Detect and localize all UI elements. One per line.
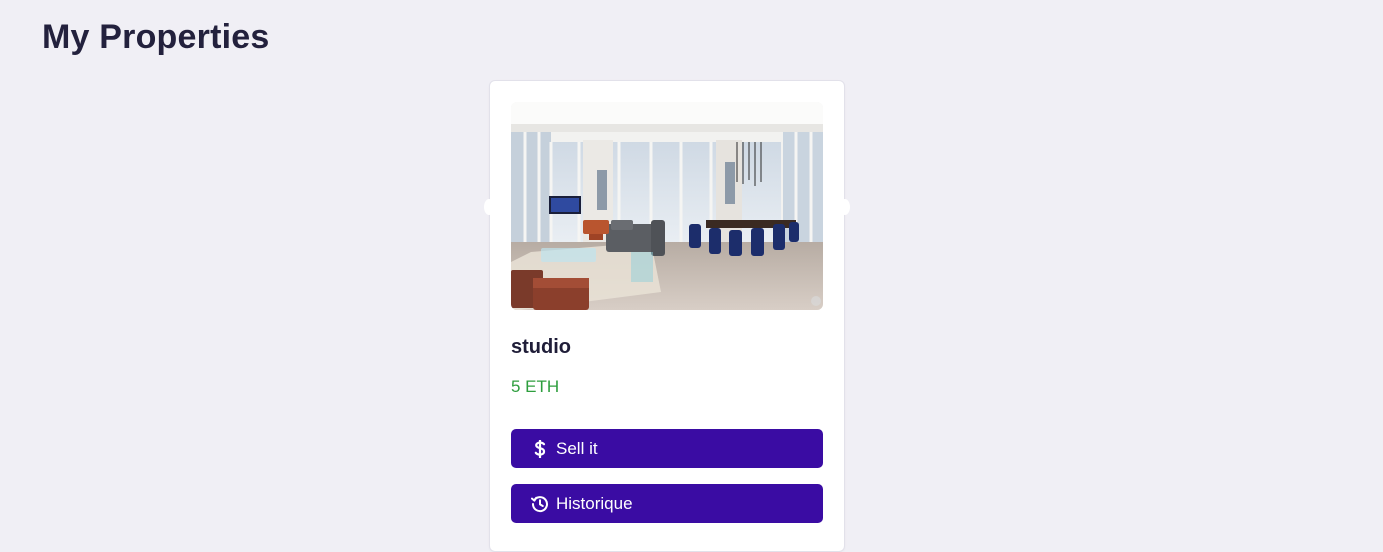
sell-button[interactable]: Sell it xyxy=(511,429,823,468)
property-card: studio 5 ETH Sell it Historique xyxy=(484,80,850,552)
property-name: studio xyxy=(511,336,571,358)
property-price: 5 ETH xyxy=(511,377,560,396)
history-button[interactable]: Historique xyxy=(511,484,823,523)
card-notch-left xyxy=(484,199,494,215)
sell-button-label: Sell it xyxy=(556,438,598,458)
property-image xyxy=(511,102,823,310)
card-notch-right xyxy=(840,199,850,215)
dollar-icon xyxy=(531,439,549,458)
history-icon xyxy=(531,495,549,513)
page-title: My Properties xyxy=(42,18,270,56)
history-button-label: Historique xyxy=(556,493,633,513)
